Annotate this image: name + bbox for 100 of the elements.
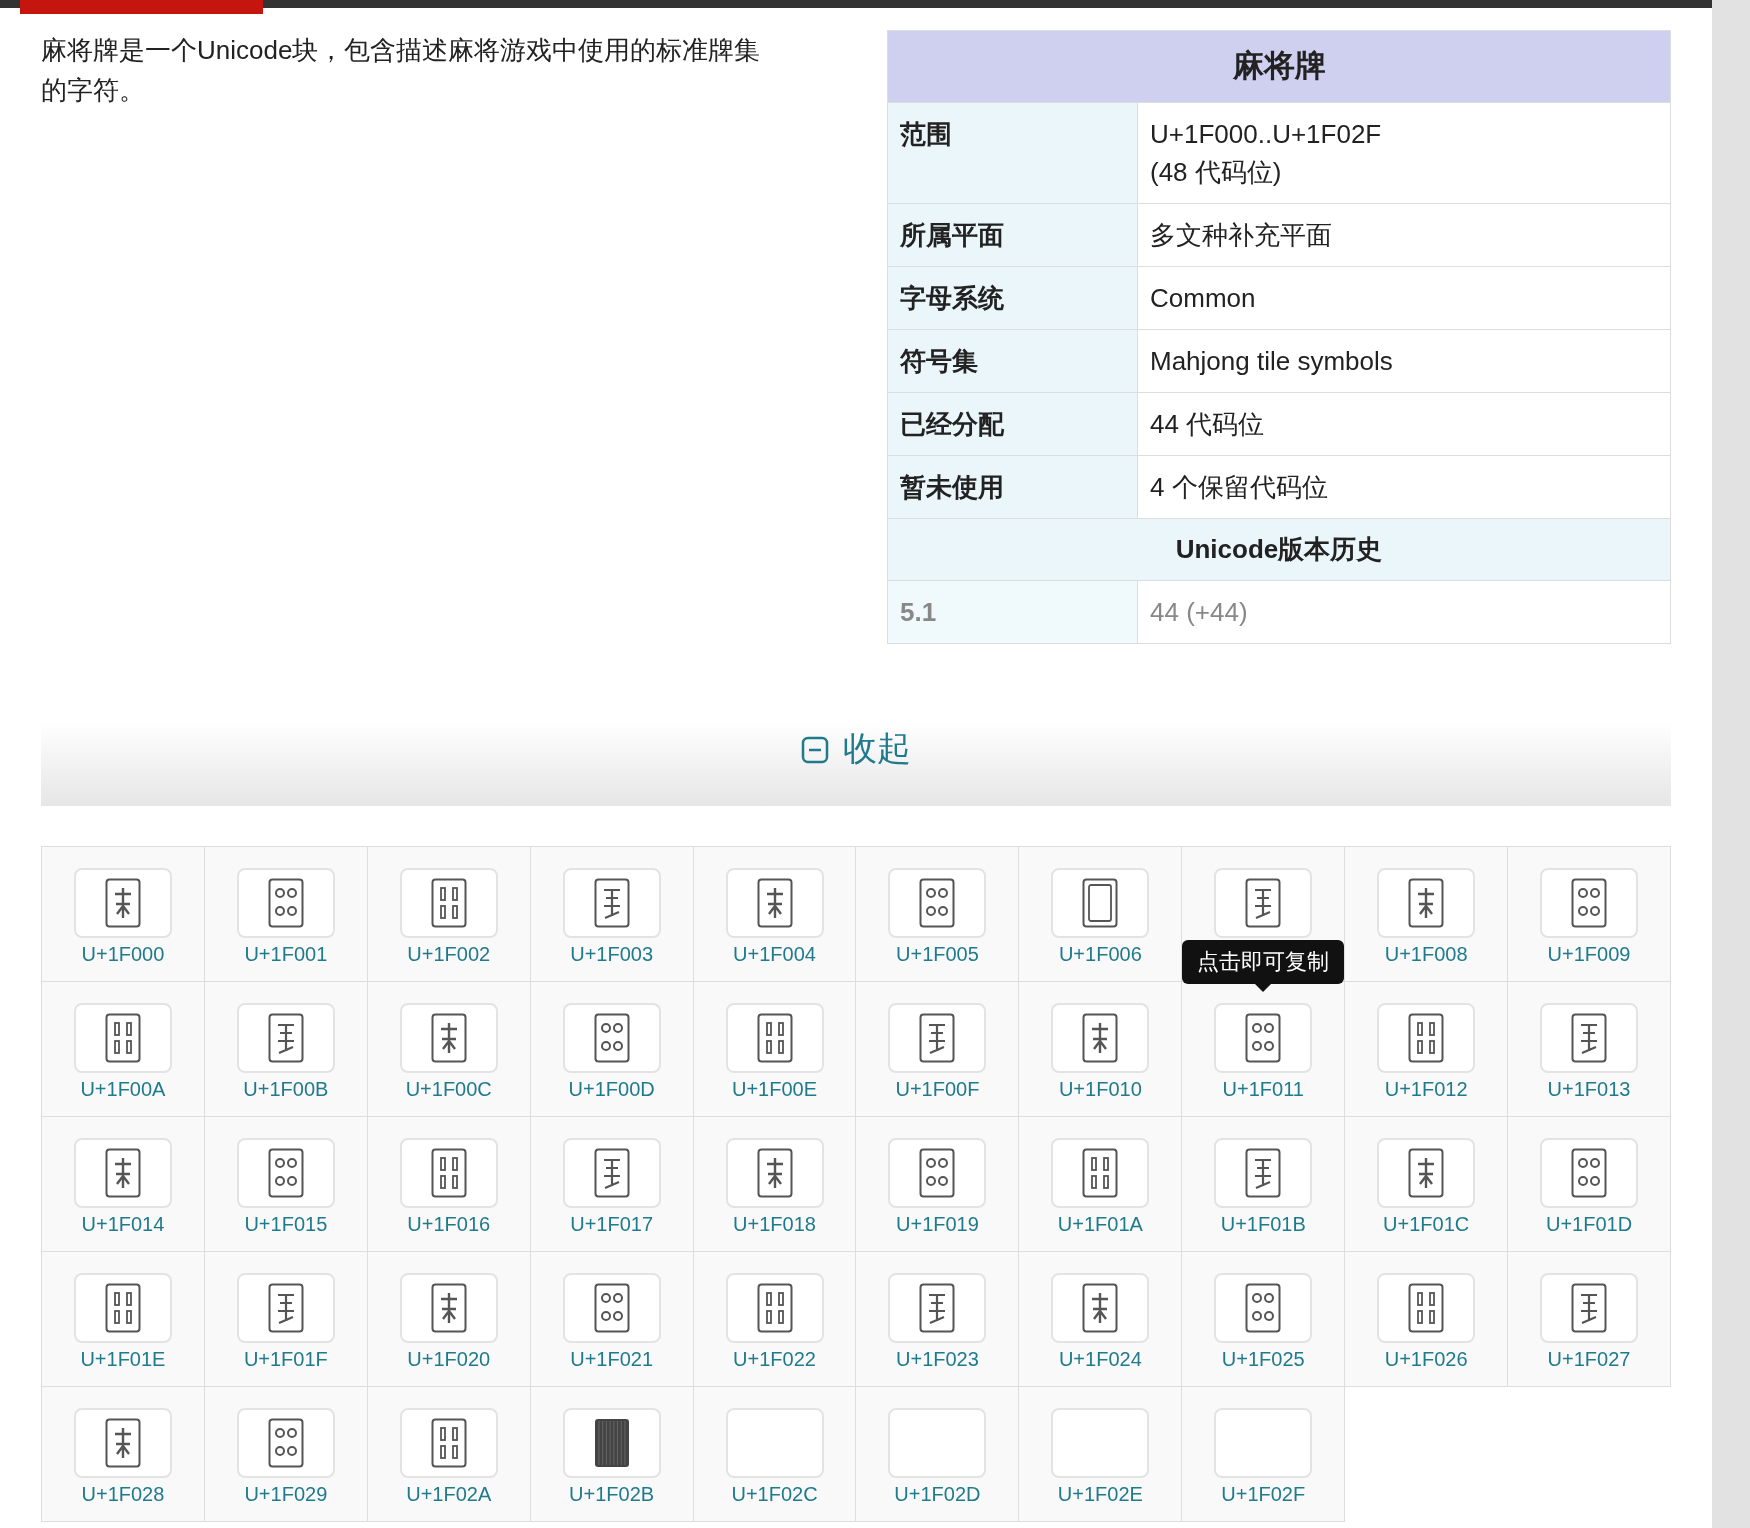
tile-button[interactable] (1051, 1273, 1150, 1343)
code-point-link[interactable]: U+1F02D (894, 1480, 981, 1508)
tile-button[interactable] (562, 868, 661, 938)
tile-button[interactable] (888, 1273, 987, 1343)
code-point-link[interactable]: U+1F01D (1545, 1210, 1633, 1238)
code-point-link[interactable]: U+1F021 (570, 1345, 654, 1373)
tile-button[interactable] (888, 868, 987, 938)
tile-button[interactable] (1051, 868, 1150, 938)
tile-button[interactable] (236, 1273, 335, 1343)
tile-button[interactable] (399, 1003, 498, 1073)
code-point-link[interactable]: U+1F02A (406, 1480, 492, 1508)
code-point-link[interactable]: U+1F01F (243, 1345, 328, 1373)
tile-button[interactable] (725, 1138, 824, 1208)
tile-button[interactable] (236, 1003, 335, 1073)
tile-button[interactable] (725, 1408, 824, 1478)
tile-button[interactable] (725, 1003, 824, 1073)
code-point-link[interactable]: U+1F011 (1222, 1075, 1304, 1103)
code-point-link[interactable]: U+1F017 (570, 1210, 654, 1238)
tile-button[interactable] (1051, 1408, 1150, 1478)
code-point-link[interactable]: U+1F022 (733, 1345, 816, 1373)
tile-button[interactable] (562, 1408, 661, 1478)
tile-button[interactable] (236, 1138, 335, 1208)
tile-button[interactable] (1540, 868, 1639, 938)
tile-button[interactable] (1540, 1003, 1639, 1073)
tile-button[interactable] (73, 1273, 172, 1343)
tile-button[interactable] (399, 1138, 498, 1208)
code-point-link[interactable]: U+1F001 (244, 940, 328, 968)
tile-button[interactable] (562, 1138, 661, 1208)
tile-button[interactable] (236, 868, 335, 938)
code-point-link[interactable]: U+1F026 (1384, 1345, 1468, 1373)
code-point-link[interactable]: U+1F009 (1547, 940, 1631, 968)
scrollbar-track[interactable] (1712, 0, 1750, 1528)
tile-button[interactable] (73, 868, 172, 938)
code-point-link[interactable]: U+1F02B (569, 1480, 655, 1508)
tile-button[interactable] (399, 868, 498, 938)
tile-button[interactable] (1214, 868, 1313, 938)
tile-button[interactable] (888, 1003, 987, 1073)
code-point-link[interactable]: U+1F016 (407, 1210, 491, 1238)
tile-button[interactable] (399, 1408, 498, 1478)
tile-button[interactable] (1540, 1138, 1639, 1208)
tile-button[interactable] (1377, 1138, 1476, 1208)
tile-button[interactable] (1377, 868, 1476, 938)
code-point-link[interactable]: U+1F00B (243, 1075, 329, 1103)
code-point-link[interactable]: U+1F005 (896, 940, 979, 968)
tile-button[interactable] (1214, 1273, 1313, 1343)
code-point-link[interactable]: U+1F024 (1058, 1345, 1142, 1373)
tile-button[interactable] (725, 868, 824, 938)
tile-button[interactable] (562, 1003, 661, 1073)
code-point-link[interactable]: U+1F02E (1057, 1480, 1143, 1508)
tile-button[interactable] (562, 1273, 661, 1343)
tile-button[interactable] (1540, 1273, 1639, 1343)
code-point-link[interactable]: U+1F019 (896, 1210, 979, 1238)
code-point-link[interactable]: U+1F02F (1221, 1480, 1306, 1508)
code-point-link[interactable]: U+1F004 (733, 940, 816, 968)
tile-button[interactable] (399, 1273, 498, 1343)
code-point-link[interactable]: U+1F00D (568, 1075, 655, 1103)
row-value: 多文种补充平面 (1149, 219, 1333, 252)
code-point-link[interactable]: U+1F000 (81, 940, 165, 968)
code-point-link[interactable]: U+1F025 (1221, 1345, 1305, 1373)
code-point-link[interactable]: U+1F018 (733, 1210, 816, 1238)
code-point-link[interactable]: U+1F027 (1547, 1345, 1631, 1373)
code-point-link[interactable]: U+1F006 (1058, 940, 1142, 968)
collapse-button[interactable]: 收起 (801, 723, 911, 806)
tile-button[interactable] (1214, 1003, 1313, 1073)
tile-button[interactable] (236, 1408, 335, 1478)
tile-button[interactable] (73, 1408, 172, 1478)
code-point-link[interactable]: U+1F00A (80, 1075, 166, 1103)
tile-button[interactable] (1377, 1273, 1476, 1343)
code-point-link[interactable]: U+1F003 (570, 940, 654, 968)
code-point-link[interactable]: U+1F01B (1220, 1210, 1306, 1238)
tile-button[interactable] (725, 1273, 824, 1343)
code-point-link[interactable]: U+1F023 (896, 1345, 979, 1373)
tile-button[interactable] (1051, 1138, 1150, 1208)
row-value: 4 个保留代码位 (1149, 471, 1329, 504)
tile-button[interactable] (1051, 1003, 1150, 1073)
tile-button[interactable] (1214, 1138, 1313, 1208)
tile-button[interactable] (73, 1138, 172, 1208)
code-point-link[interactable]: U+1F028 (81, 1480, 165, 1508)
code-point-link[interactable]: U+1F002 (407, 940, 491, 968)
tile-button[interactable] (888, 1138, 987, 1208)
code-point-link[interactable]: U+1F00E (732, 1075, 818, 1103)
code-point-link[interactable]: U+1F01C (1383, 1210, 1470, 1238)
code-point-link[interactable]: U+1F00C (405, 1075, 492, 1103)
code-point-link[interactable]: U+1F01A (1057, 1210, 1143, 1238)
code-point-link[interactable]: U+1F029 (244, 1480, 328, 1508)
code-point-link[interactable]: U+1F01E (80, 1345, 166, 1373)
code-point-link[interactable]: U+1F00F (895, 1075, 980, 1103)
tile-button[interactable] (888, 1408, 987, 1478)
code-point-link[interactable]: U+1F015 (244, 1210, 328, 1238)
tile-button[interactable] (1214, 1408, 1313, 1478)
tile-button[interactable] (1377, 1003, 1476, 1073)
code-point-link[interactable]: U+1F012 (1384, 1075, 1468, 1103)
code-point-link[interactable]: U+1F020 (407, 1345, 491, 1373)
tile-button[interactable] (73, 1003, 172, 1073)
code-point-link[interactable]: U+1F008 (1384, 940, 1468, 968)
row-value: 44 代码位 (1149, 408, 1266, 441)
code-point-link[interactable]: U+1F010 (1058, 1075, 1142, 1103)
code-point-link[interactable]: U+1F02C (731, 1480, 818, 1508)
code-point-link[interactable]: U+1F014 (81, 1210, 165, 1238)
code-point-link[interactable]: U+1F013 (1547, 1075, 1631, 1103)
